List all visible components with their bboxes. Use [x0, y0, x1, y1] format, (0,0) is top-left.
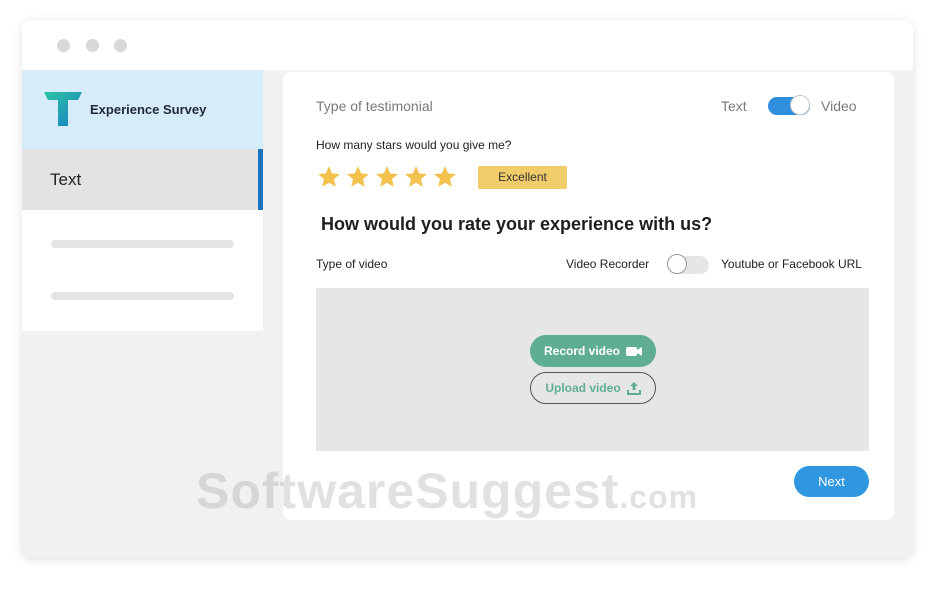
- toggle-option-text[interactable]: Text: [721, 98, 747, 114]
- toggle-option-video[interactable]: Video: [821, 98, 857, 114]
- star-icon[interactable]: [403, 164, 429, 190]
- sidebar-item-text[interactable]: Text: [22, 149, 263, 210]
- placeholder-nav-item: [51, 292, 234, 300]
- app-logo-icon: [44, 92, 82, 126]
- upload-video-button[interactable]: Upload video: [530, 372, 656, 404]
- window-dot-close[interactable]: [57, 39, 70, 52]
- star-icon[interactable]: [345, 164, 371, 190]
- watermark: SoftwareSuggest.com: [196, 462, 698, 520]
- next-button[interactable]: Next: [794, 466, 869, 497]
- video-option-url[interactable]: Youtube or Facebook URL: [721, 257, 862, 271]
- toggle-knob: [667, 254, 687, 274]
- toggle-knob: [790, 95, 810, 115]
- title-bar: [22, 20, 913, 70]
- brand-header: Experience Survey: [22, 70, 263, 149]
- record-video-button[interactable]: Record video: [530, 335, 656, 367]
- sidebar-item-label: Text: [50, 170, 82, 189]
- window-dot-maximize[interactable]: [114, 39, 127, 52]
- placeholder-nav-item: [51, 240, 234, 248]
- video-area: Record video Upload video: [316, 288, 869, 451]
- star-icon[interactable]: [316, 164, 342, 190]
- watermark-main: SoftwareSuggest: [196, 463, 620, 519]
- app-name: Experience Survey: [90, 102, 207, 117]
- watermark-suffix: .com: [619, 479, 699, 515]
- experience-question: How would you rate your experience with …: [321, 214, 713, 234]
- video-camera-icon: [626, 346, 643, 356]
- testimonial-type-toggle[interactable]: [768, 95, 810, 115]
- upload-icon: [626, 381, 641, 395]
- stars-question: How many stars would you give me?: [316, 138, 512, 152]
- video-option-recorder[interactable]: Video Recorder: [566, 257, 649, 271]
- rating-badge: Excellent: [478, 166, 567, 189]
- star-icon[interactable]: [374, 164, 400, 190]
- record-video-label: Record video: [543, 344, 621, 358]
- testimonial-type-label: Type of testimonial: [316, 98, 433, 114]
- window-dot-minimize[interactable]: [86, 39, 99, 52]
- active-indicator: [258, 149, 263, 210]
- star-icon[interactable]: [432, 164, 458, 190]
- video-type-label: Type of video: [316, 257, 388, 271]
- star-rating[interactable]: [316, 164, 458, 190]
- video-source-toggle[interactable]: [667, 254, 709, 274]
- sidebar: Experience Survey Text: [22, 70, 263, 331]
- survey-card: Type of testimonial Text Video How many …: [283, 72, 894, 520]
- upload-video-label: Upload video: [545, 381, 621, 395]
